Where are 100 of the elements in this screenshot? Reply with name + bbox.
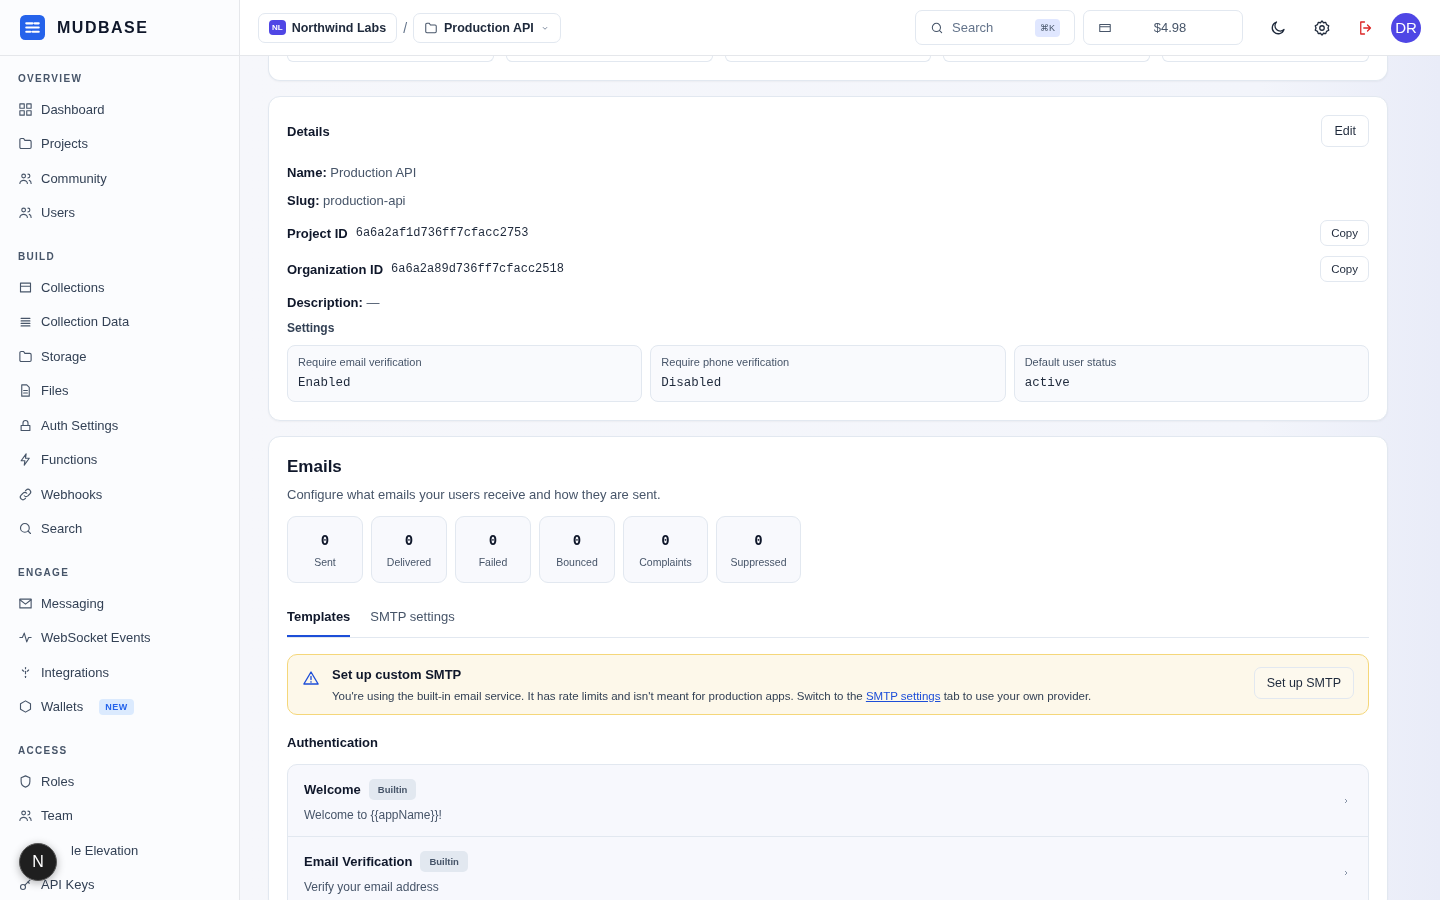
new-badge: NEW — [99, 698, 134, 715]
bolt-icon — [18, 452, 33, 468]
stat-label: Sent — [314, 555, 336, 568]
template-subject: Verify your email address — [304, 880, 440, 894]
stat-label: Delivered — [386, 555, 432, 568]
users-icon — [18, 170, 33, 186]
search-button[interactable]: Search ⌘K — [915, 10, 1075, 45]
builtin-badge: Builtin — [368, 779, 417, 800]
org-badge: NL — [269, 20, 286, 35]
sidebar-item[interactable]: Webhooks — [0, 477, 239, 512]
folder-icon — [18, 136, 33, 152]
search-icon — [930, 20, 944, 35]
setting-label: Require phone verification — [661, 356, 791, 368]
users-icon — [18, 205, 33, 221]
lock-icon — [18, 417, 33, 433]
credits-button[interactable]: $4.98 — [1083, 10, 1243, 45]
card-title: Details — [287, 123, 330, 139]
template-row[interactable]: Email Verification Builtin Verify your email address — [288, 837, 1368, 900]
stat-value: 0 — [488, 531, 498, 548]
card-title: Emails — [287, 457, 343, 477]
detail-field: Slug: production-api — [287, 187, 1369, 215]
logo-icon — [20, 15, 45, 40]
sidebar-item[interactable]: WebSocket Events — [0, 620, 239, 655]
users-icon — [18, 808, 33, 824]
sidebar-item[interactable]: Users — [0, 195, 239, 230]
sidebar-item[interactable]: Auth Settings — [0, 408, 239, 443]
organization-selector[interactable]: NL Northwind Labs — [258, 12, 398, 43]
alert-message: You're using the built-in email service. It has rate limits and isn't meant for production apps. Switch to the SMTP settings tab to use your own provider. — [332, 690, 1093, 702]
sidebar-item[interactable]: Projects — [0, 126, 239, 161]
setup-smtp-button[interactable]: Set up SMTP — [1253, 667, 1354, 699]
section-heading: BUILD — [17, 250, 57, 264]
alert-title: Set up custom SMTP — [332, 667, 463, 682]
tab[interactable]: SMTP settings — [370, 603, 455, 637]
sidebar-item[interactable]: Collection Data — [0, 304, 239, 339]
sidebar-item[interactable]: Roles — [0, 764, 239, 799]
section-heading: ENGAGE — [17, 566, 71, 580]
moon-icon[interactable] — [1269, 18, 1287, 37]
stat-label: Failed — [478, 555, 508, 568]
stat-value: 0 — [320, 531, 330, 548]
file-icon — [18, 383, 33, 399]
stat-label: Suppressed — [730, 555, 787, 568]
setting-value: active — [1024, 376, 1071, 390]
detail-field: Name: Production API — [287, 159, 1369, 187]
template-name: Email Verification — [304, 854, 413, 869]
hexagon-icon — [18, 699, 33, 715]
template-name: Welcome — [304, 782, 361, 797]
copy-button[interactable]: Copy — [1320, 256, 1369, 282]
breadcrumb-separator: / — [403, 19, 407, 36]
builtin-badge: Builtin — [420, 851, 468, 872]
sidebar-item[interactable]: Files — [0, 373, 239, 408]
sidebar-item[interactable]: Search — [0, 511, 239, 546]
warning-icon — [302, 669, 320, 687]
folder-icon — [424, 20, 438, 35]
brand-name: MUDBASE — [57, 18, 149, 37]
project-selector[interactable]: Production API — [413, 12, 561, 43]
tab[interactable]: Templates — [287, 603, 351, 637]
smtp-settings-link[interactable]: SMTP settings — [865, 690, 941, 702]
sidebar-item[interactable]: Team — [0, 798, 239, 833]
mail-icon — [18, 595, 33, 611]
id-value: 6a6a2a89d736ff7cfacc2518 — [391, 262, 564, 276]
id-value: 6a6a2af1d736ff7cfacc2753 — [355, 226, 529, 240]
grid-icon — [18, 101, 33, 117]
stat-value: 0 — [404, 531, 414, 548]
setting-label: Require email verification — [298, 356, 423, 368]
sidebar-item[interactable]: Messaging — [0, 586, 239, 621]
key-icon — [18, 877, 33, 893]
template-subject: Welcome to {{appName}}! — [304, 808, 443, 822]
search-icon — [18, 521, 33, 537]
copy-button[interactable]: Copy — [1320, 220, 1369, 246]
floating-avatar-button[interactable]: N — [19, 843, 57, 881]
template-row[interactable]: Welcome Builtin Welcome to {{appName}}! — [288, 765, 1368, 837]
sidebar-item[interactable]: Storage — [0, 339, 239, 374]
edit-button[interactable]: Edit — [1321, 115, 1369, 147]
sidebar-item[interactable]: Integrations — [0, 655, 239, 690]
link-icon — [18, 486, 33, 502]
shortcut-key: ⌘K — [1035, 18, 1060, 37]
setting-value: Enabled — [298, 376, 352, 390]
card-subtitle: Configure what emails your users receive and how they are sent. — [287, 487, 662, 502]
stat-value: 0 — [754, 531, 763, 548]
sidebar-item[interactable]: Wallets NEW — [0, 689, 239, 724]
sidebar-item[interactable]: Functions — [0, 442, 239, 477]
setting-value: Disabled — [661, 376, 723, 390]
stat-value: 0 — [661, 531, 670, 548]
folder-icon — [18, 348, 33, 364]
user-avatar[interactable]: DR — [1391, 12, 1421, 43]
sidebar-item[interactable]: le Elevation — [71, 833, 239, 868]
section-heading: OVERVIEW — [17, 72, 84, 86]
group-heading: Authentication — [287, 735, 379, 750]
shield-icon — [18, 773, 33, 789]
id-label: Organization ID — [287, 261, 384, 277]
stat-value: 0 — [572, 531, 582, 548]
settings-icon[interactable] — [1313, 18, 1331, 37]
settings-heading: Settings — [287, 321, 336, 335]
stat-label: Bounced — [556, 555, 598, 568]
sidebar-item[interactable]: Collections — [0, 270, 239, 305]
sidebar-item[interactable]: Dashboard — [0, 92, 239, 127]
setting-label: Default user status — [1024, 356, 1118, 368]
id-label: Project ID — [287, 225, 348, 241]
detail-field: Description: — — [287, 289, 1369, 317]
sidebar-item[interactable]: Community — [0, 161, 239, 196]
